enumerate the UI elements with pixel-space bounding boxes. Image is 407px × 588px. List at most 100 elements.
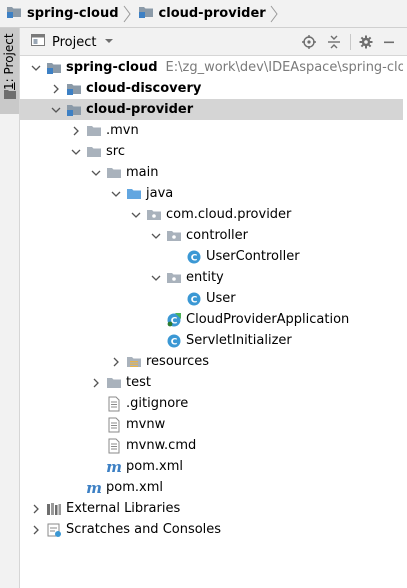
chevron-down-icon[interactable]	[51, 104, 61, 114]
node-path: E:\zg_work\dev\IDEAspace\spring-cloud	[165, 60, 407, 75]
tree-node[interactable]: mvnw.cmd	[20, 435, 407, 456]
tree-node-label: .mvn	[106, 122, 139, 139]
tree-node[interactable]: .mvn	[20, 120, 407, 141]
tree-node[interactable]: .gitignore	[20, 393, 407, 414]
node-name: entity	[186, 270, 224, 285]
tree-node[interactable]: com.cloud.provider	[20, 204, 407, 225]
tree-node[interactable]: cloud-discovery	[20, 78, 407, 99]
java-class-icon: C	[186, 291, 202, 307]
chevron-down-icon[interactable]	[151, 272, 161, 282]
chevron-down-icon[interactable]	[91, 167, 101, 177]
java-class-icon: C	[186, 249, 202, 265]
project-tab-text: : Project	[2, 33, 16, 83]
chevron-right-icon[interactable]	[71, 125, 81, 136]
tree-node-label: entity	[186, 269, 224, 286]
folder-icon	[86, 123, 102, 139]
resources-folder-icon	[126, 354, 142, 370]
tree-node[interactable]: m pom.xml	[20, 477, 407, 498]
tree-node-label: Scratches and Consoles	[66, 521, 221, 538]
svg-text:m: m	[106, 459, 122, 475]
node-name: controller	[186, 228, 249, 243]
tree-node[interactable]: main	[20, 162, 407, 183]
tree-node[interactable]: resources	[20, 351, 407, 372]
chevron-right-icon[interactable]	[51, 83, 61, 94]
collapse-all-button[interactable]	[325, 33, 343, 51]
tree-node-label: java	[146, 185, 173, 202]
tree-node[interactable]: External Libraries	[20, 498, 407, 519]
module-folder-icon	[66, 81, 82, 97]
locate-file-button[interactable]	[300, 33, 318, 51]
chevron-right-icon[interactable]	[111, 356, 121, 367]
chevron-down-icon[interactable]	[31, 62, 41, 72]
tree-node[interactable]: cloud-provider	[20, 99, 407, 120]
tree-node[interactable]: test	[20, 372, 407, 393]
node-name: cloud-provider	[86, 102, 194, 117]
node-name: pom.xml	[106, 480, 163, 495]
tree-node[interactable]: java	[20, 183, 407, 204]
node-name: test	[126, 375, 151, 390]
tree-node[interactable]: C User	[20, 288, 407, 309]
tree-node[interactable]: spring-cloud E:\zg_work\dev\IDEAspace\spr…	[20, 57, 407, 78]
project-tool-window-tab[interactable]: 1: Project	[0, 28, 19, 114]
breadcrumb-cloud-provider[interactable]: cloud-provider	[132, 0, 279, 28]
tree-node-label: cloud-provider	[86, 101, 193, 118]
tree-node[interactable]: controller	[20, 225, 407, 246]
tree-node-label: User	[206, 290, 236, 307]
navigation-breadcrumb: spring-cloud cloud-provider	[0, 0, 407, 28]
package-icon	[166, 228, 182, 244]
folder-icon	[4, 88, 16, 104]
module-folder-icon	[46, 60, 62, 76]
node-name: .mvn	[106, 123, 139, 138]
breadcrumb-label: cloud-provider	[158, 6, 266, 21]
tree-node[interactable]: C CloudProviderApplication	[20, 309, 407, 330]
tree-node[interactable]: C UserController	[20, 246, 407, 267]
package-icon	[166, 270, 182, 286]
node-name: cloud-discovery	[86, 81, 202, 96]
tree-node-label: cloud-discovery	[86, 80, 201, 97]
panel-title: Project	[52, 34, 97, 50]
folder-icon	[106, 165, 122, 181]
module-folder-icon	[138, 4, 154, 24]
tree-node[interactable]: mvnw	[20, 414, 407, 435]
tree-node[interactable]: src	[20, 141, 407, 162]
module-folder-icon	[66, 102, 82, 118]
tree-node[interactable]: Scratches and Consoles	[20, 519, 407, 540]
tree-node[interactable]: m pom.xml	[20, 456, 407, 477]
node-name: resources	[146, 354, 210, 369]
chevron-down-icon[interactable]	[111, 188, 121, 198]
tree-node-label: CloudProviderApplication	[186, 311, 349, 328]
chevron-down-icon[interactable]	[131, 209, 141, 219]
breadcrumb-separator-icon	[123, 5, 131, 22]
settings-button[interactable]	[357, 33, 375, 51]
module-folder-icon	[6, 4, 22, 24]
chevron-down-icon	[104, 35, 114, 50]
chevron-down-icon[interactable]	[151, 230, 161, 240]
tree-node-label: mvnw.cmd	[126, 437, 196, 454]
text-file-icon	[106, 396, 122, 412]
text-file-icon	[106, 417, 122, 433]
node-name: .gitignore	[126, 396, 189, 411]
tree-node-label: controller	[186, 227, 248, 244]
view-selector[interactable]: Project	[30, 28, 114, 56]
tree-node[interactable]: C ServletInitializer	[20, 330, 407, 351]
project-panel-header: Project	[20, 28, 407, 56]
tree-node-label: pom.xml	[106, 479, 163, 496]
hide-panel-button[interactable]	[380, 33, 398, 51]
scratches-icon	[46, 522, 62, 538]
breadcrumb-spring-cloud[interactable]: spring-cloud	[0, 0, 132, 28]
chevron-right-icon[interactable]	[31, 503, 41, 514]
tree-scrollbar-track[interactable]	[403, 56, 407, 588]
chevron-right-icon[interactable]	[91, 377, 101, 388]
tree-node-label: com.cloud.provider	[166, 206, 291, 223]
chevron-right-icon[interactable]	[31, 524, 41, 535]
folder-icon	[106, 375, 122, 391]
tree-node-label: mvnw	[126, 416, 165, 433]
node-name: ServletInitializer	[186, 333, 292, 348]
tree-node[interactable]: entity	[20, 267, 407, 288]
chevron-down-icon[interactable]	[71, 146, 81, 156]
project-tab-label: 1: Project	[2, 30, 16, 90]
tree-node-label: External Libraries	[66, 500, 180, 517]
node-name: External Libraries	[66, 501, 181, 516]
node-name: mvnw	[126, 417, 166, 432]
tree-node-label: spring-cloud E:\zg_work\dev\IDEAspace\spr…	[66, 59, 407, 76]
